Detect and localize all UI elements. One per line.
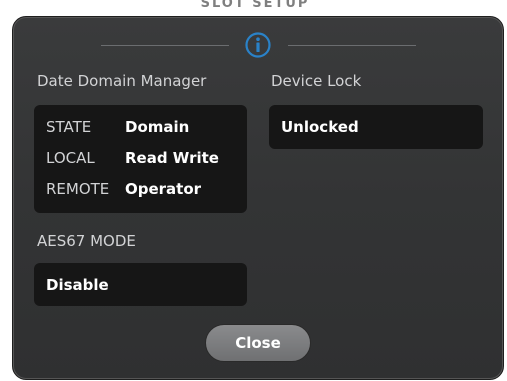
header-divider-right [288, 45, 416, 46]
device-lock-panel: Unlocked [269, 105, 483, 149]
close-button[interactable]: Close [205, 324, 311, 362]
local-key: LOCAL [46, 149, 95, 167]
domain-manager-panel: STATE Domain LOCAL Read Write REMOTE Ope… [34, 105, 247, 213]
state-key: STATE [46, 118, 92, 136]
info-dialog: Date Domain Manager Device Lock STATE Do… [12, 16, 504, 380]
domain-manager-label: Date Domain Manager [37, 72, 207, 90]
aes67-mode-label: AES67 MODE [37, 232, 136, 250]
info-icon [245, 32, 271, 58]
local-value: Read Write [125, 149, 219, 167]
device-lock-label: Device Lock [271, 72, 362, 90]
remote-value: Operator [125, 180, 202, 198]
device-lock-value: Unlocked [281, 118, 359, 136]
remote-key: REMOTE [46, 180, 110, 198]
aes67-mode-panel: Disable [34, 263, 247, 306]
background-window-title: SLOT SETUP [200, 0, 310, 11]
header-divider-left [101, 45, 229, 46]
state-value: Domain [125, 118, 190, 136]
aes67-mode-value: Disable [46, 276, 109, 294]
